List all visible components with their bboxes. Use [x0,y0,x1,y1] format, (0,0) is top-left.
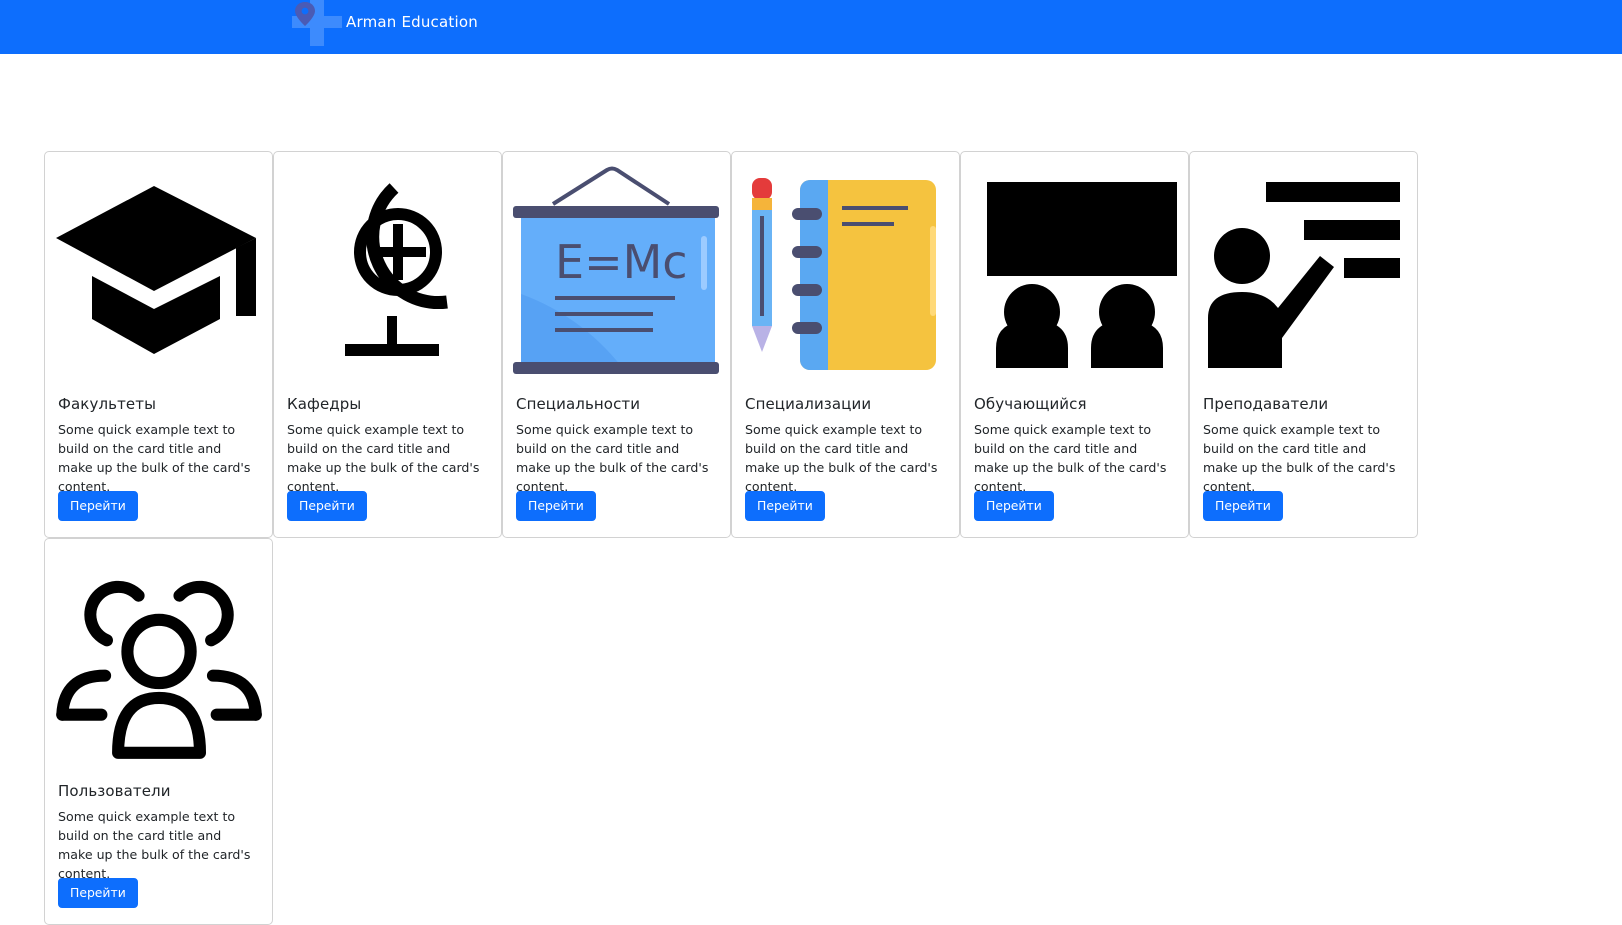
brand-name[interactable]: Arman Education [346,12,478,32]
go-button[interactable]: Перейти [516,491,596,521]
svg-text:E=Mc: E=Mc [555,235,688,289]
blackboard-icon: E=Mc [511,166,724,375]
card-users: Пользователи Some quick example text to … [44,538,273,925]
card-text: Some quick example text to build on the … [287,422,480,494]
card-title: Специализации [745,395,872,413]
card-title: Преподаватели [1203,395,1329,413]
go-button[interactable]: Перейти [287,491,367,521]
card-title: Факультеты [58,395,157,413]
card-faculties: Факультеты Some quick example text to bu… [44,151,273,538]
card-text: Some quick example text to build on the … [745,422,938,494]
card-specializations: Специализации Some quick example text to… [731,151,960,538]
card-text: Some quick example text to build on the … [58,809,251,881]
card-text: Some quick example text to build on the … [1203,422,1396,494]
card-title: Пользователи [58,782,171,800]
pin-plus-logo-icon[interactable] [292,0,342,46]
card-text: Some quick example text to build on the … [974,422,1167,494]
card-students: Обучающийся Some quick example text to b… [960,151,1189,538]
graduation-cap-icon [53,166,266,375]
students-icon [969,166,1182,375]
card-text: Some quick example text to build on the … [58,422,251,494]
globe-icon [282,166,495,375]
notebook-pencil-icon [740,166,953,375]
go-button[interactable]: Перейти [745,491,825,521]
card-departments: Кафедры Some quick example text to build… [273,151,502,538]
card-title: Специальности [516,395,641,413]
go-button[interactable]: Перейти [1203,491,1283,521]
card-specialties: E=Mc Специальности Some quick example te… [502,151,731,538]
card-text: Some quick example text to build on the … [516,422,709,494]
users-icon [53,553,266,762]
go-button[interactable]: Перейти [58,878,138,908]
go-button[interactable]: Перейти [58,491,138,521]
teacher-icon [1198,166,1411,375]
card-title: Кафедры [287,395,362,413]
go-button[interactable]: Перейти [974,491,1054,521]
card-title: Обучающийся [974,395,1087,413]
navbar: Arman Education [0,0,1622,54]
card-teachers: Преподаватели Some quick example text to… [1189,151,1418,538]
